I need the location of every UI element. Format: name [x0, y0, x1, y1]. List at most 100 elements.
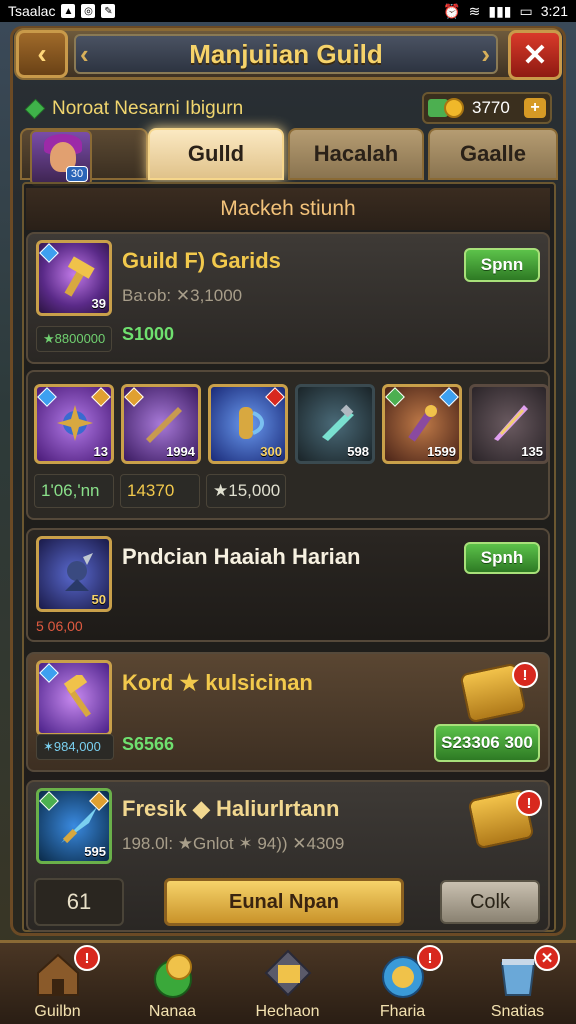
alarm-icon: ⏰	[443, 2, 461, 19]
anvil-icon	[264, 949, 312, 997]
tab-hacalah[interactable]: Hacalah	[288, 128, 424, 180]
camera-icon: ◎	[81, 4, 96, 18]
notification-icon: ▲	[61, 4, 76, 18]
gold-card-title: Kord ★ kulsicinan	[122, 670, 313, 695]
back-arrow-icon: ‹	[37, 38, 47, 69]
prev-arrow-icon[interactable]: ‹	[80, 39, 89, 70]
blade-icon	[146, 407, 182, 443]
guild-item-icon[interactable]: 39	[36, 240, 112, 316]
grid-item-count: 598	[347, 444, 369, 459]
grid-item-count: 135	[521, 444, 543, 459]
coin-icon	[444, 98, 464, 118]
back-button[interactable]: ‹	[16, 30, 68, 78]
reward-card-title: Fresik ◆ Haliurlrtann	[122, 796, 340, 821]
guild-card: 39 Guild F) Garids Ba:ob: ✕3,1000 ★88000…	[26, 232, 550, 364]
dagger-icon	[322, 404, 354, 441]
grid-stat-3: ★15,000	[206, 474, 286, 508]
daily-card-sub: 5 06,00	[36, 618, 83, 634]
primary-action-button[interactable]: Eunal Npan	[164, 878, 404, 926]
claim-gold-button[interactable]: S23306 300	[434, 724, 540, 762]
items-grid: 13 1994 300 598 1599 135 1ʹ06,ʹnn 14370 …	[26, 370, 550, 520]
currency-display: 3770 +	[422, 92, 552, 124]
reward-card-sub: 198.0l: ★Gnlot ✶ 94)) ✕4309	[122, 834, 345, 853]
grid-item-3[interactable]: 300	[208, 384, 288, 464]
guild-subtitle: Noroat Nesarni Ibigurn	[52, 98, 244, 119]
gem-icon	[24, 98, 46, 120]
tab-gaalle[interactable]: Gaalle	[428, 128, 558, 180]
gold-card-value: S6566	[122, 734, 175, 754]
grid-stat-2: 14370	[120, 474, 200, 508]
bottom-nav: ! Guilbn Nanaa Hechaon ! Fharia ✕ Snatia…	[0, 940, 576, 1024]
close-icon: ✕	[522, 38, 548, 72]
grid-item-1[interactable]: 13	[34, 384, 114, 464]
gold-card: Kord ★ kulsicinan ✶984,000 S6566 ! S2330…	[26, 652, 550, 772]
scroll-icon	[239, 407, 264, 439]
nav-fharia-label: Fharia	[379, 1003, 426, 1020]
tab-hacalah-label: Hacalah	[313, 141, 399, 166]
nav-snatias-badge: ✕	[534, 945, 560, 971]
grid-item-count: 1994	[166, 444, 195, 459]
item-level: 39	[91, 296, 106, 311]
gold-alert-badge: !	[512, 662, 538, 688]
section-title: Mackeh stiunh	[26, 188, 550, 230]
nav-hechaon-label: Hechaon	[255, 1003, 320, 1020]
mace-icon	[57, 405, 93, 441]
reward-alert-badge: !	[516, 790, 542, 816]
coin-orb-icon	[154, 954, 192, 998]
nav-snatias-label: Snatias	[490, 1003, 545, 1020]
daily-card-title: Pndcian Haaiah Harian	[122, 544, 361, 569]
clock: 3:21	[540, 3, 568, 19]
nav-hechaon[interactable]: Hechaon	[230, 943, 345, 1024]
grid-stat-1: 1ʹ06,ʹnn	[34, 474, 114, 508]
grid-item-6[interactable]: 135	[469, 384, 549, 464]
avatar[interactable]: 30	[30, 130, 92, 186]
nav-guild[interactable]: ! Guilbn	[0, 943, 115, 1024]
next-arrow-icon[interactable]: ›	[481, 39, 490, 70]
grid-item-tile: 598	[295, 384, 375, 464]
guild-card-value: S1000	[122, 324, 175, 344]
grid-item-count: 13	[93, 444, 108, 459]
carrier-label: Tsaalac	[8, 3, 56, 19]
guild-card-title: Guild F) Garids	[122, 248, 281, 273]
war-hammer-icon	[63, 675, 91, 718]
grid-item-count: 300	[260, 444, 282, 459]
daily-hero-icon[interactable]: 50	[36, 536, 112, 612]
spin-button[interactable]: Spnn	[464, 248, 540, 282]
daily-spin-button[interactable]: Spnh	[464, 542, 540, 574]
gold-card-chip: ✶984,000	[36, 734, 114, 760]
nav-fharia[interactable]: ! Fharia	[345, 943, 460, 1024]
nav-snatias[interactable]: ✕ Snatias	[460, 943, 575, 1024]
staff-icon	[408, 404, 438, 442]
daily-card: 50 Pndcian Haaiah Harian 5 06,00 Spnh	[26, 528, 550, 642]
gold-item-icon[interactable]	[36, 660, 112, 736]
avatar-level-badge: 30	[66, 166, 88, 182]
signal-icon: ▮▮▮	[488, 2, 512, 19]
bottom-controls: 61 Eunal Npan Colk	[26, 876, 550, 928]
page-title: Manjuiian Guild	[189, 38, 383, 69]
wifi-icon: ≋	[468, 2, 481, 19]
reward-item-icon[interactable]: 595	[36, 788, 112, 864]
tab-bar: Gulld Hacalah Gaalle	[20, 128, 558, 182]
nav-fharia-badge: !	[417, 945, 443, 971]
image-icon: ✎	[101, 4, 116, 18]
grid-item-tile: 300	[208, 384, 288, 464]
tab-guild-label: Gulld	[187, 141, 245, 166]
grid-item-2[interactable]: 1994	[121, 384, 201, 464]
grid-item-5[interactable]: 1599	[382, 384, 462, 464]
nav-nanaa[interactable]: Nanaa	[115, 943, 230, 1024]
add-currency-button[interactable]: +	[524, 98, 546, 118]
tab-gaalle-label: Gaalle	[459, 141, 527, 166]
quantity-field[interactable]: 61	[34, 878, 124, 926]
daily-hero-level: 50	[91, 592, 106, 607]
secondary-action-button[interactable]: Colk	[440, 880, 540, 924]
close-button[interactable]: ✕	[508, 30, 562, 80]
grid-item-4[interactable]: 598	[295, 384, 375, 464]
crystal-sword-icon	[494, 405, 528, 441]
guild-card-chip: ★8800000	[36, 326, 112, 352]
grid-item-tile: 135	[469, 384, 549, 464]
tab-guild[interactable]: Gulld	[148, 128, 284, 180]
grid-item-tile: 13	[34, 384, 114, 464]
currency-value: 3770	[472, 98, 510, 117]
nav-nanaa-label: Nanaa	[148, 1003, 197, 1020]
status-bar: Tsaalac ▲ ◎ ✎ ⏰ ≋ ▮▮▮ ▭ 3:21	[0, 0, 576, 22]
